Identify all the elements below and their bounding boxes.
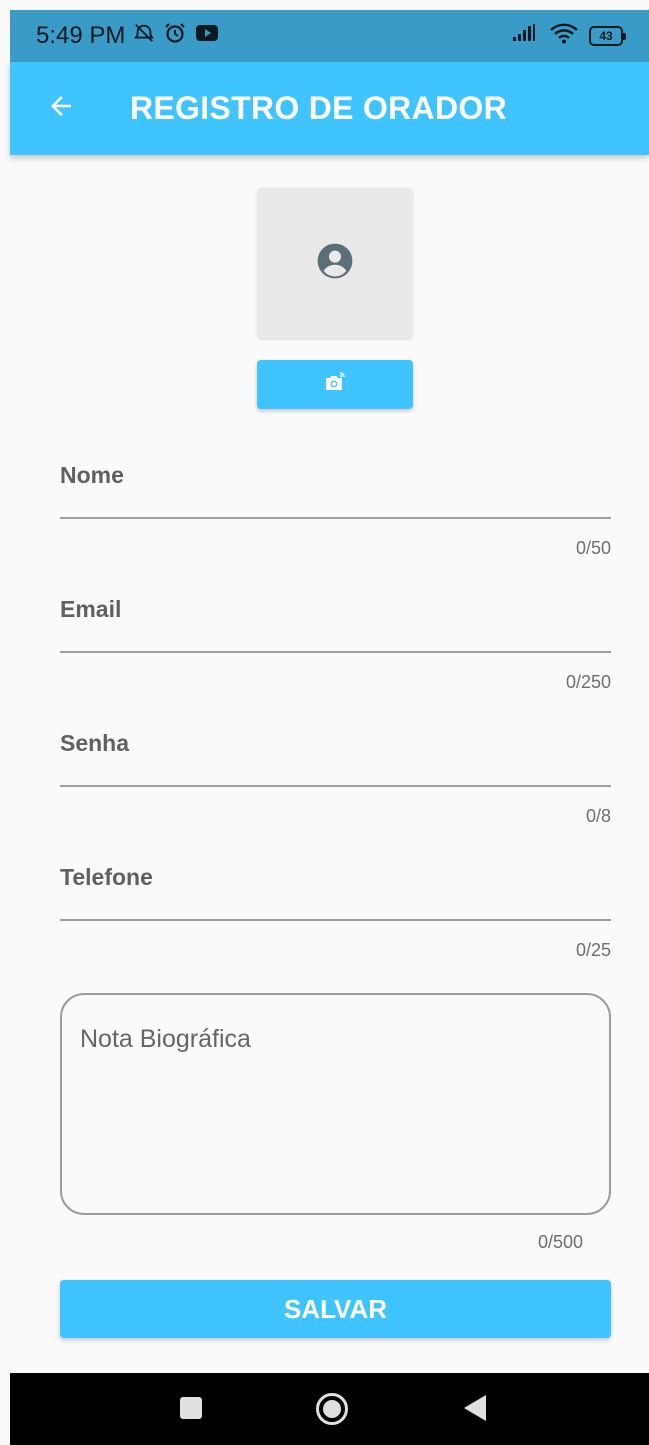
navigation-bar: [10, 1373, 649, 1445]
bio-counter: 0/500: [538, 1232, 584, 1252]
app-bar: REGISTRO DE ORADOR: [10, 62, 649, 155]
status-time: 5:49 PM: [36, 22, 126, 49]
battery-level: 43: [599, 29, 613, 43]
status-bar: 5:49 PM 43: [10, 10, 649, 62]
signal-icon: [511, 22, 539, 50]
password-label: Senha: [60, 730, 130, 756]
battery-icon: 43: [589, 26, 626, 46]
home-button[interactable]: [315, 1392, 349, 1431]
recents-button[interactable]: [178, 1395, 204, 1426]
password-field[interactable]: Senha 0/8: [60, 730, 611, 830]
phone-label: Telefone: [60, 864, 153, 890]
email-counter: 0/250: [565, 672, 611, 692]
phone-field[interactable]: Telefone 0/25: [60, 864, 611, 964]
name-input[interactable]: [60, 462, 611, 519]
app-screen: 5:49 PM 43 REGISTRO DE ORADOR Nome 0/50 …: [0, 0, 649, 1445]
email-label: Email: [60, 596, 122, 622]
arrow-back-icon: [46, 91, 76, 126]
email-input[interactable]: [60, 596, 611, 653]
bio-placeholder: Nota Biográfica: [80, 1025, 251, 1053]
back-icon: [462, 1393, 488, 1428]
password-counter: 0/8: [585, 806, 611, 826]
camera-icon: [323, 370, 347, 399]
alarm-icon: [163, 21, 187, 52]
status-left: 5:49 PM: [36, 21, 219, 52]
page-title: REGISTRO DE ORADOR: [130, 90, 507, 126]
save-button[interactable]: SALVAR: [60, 1280, 611, 1338]
name-counter: 0/50: [575, 538, 611, 558]
wifi-icon: [549, 22, 579, 51]
avatar: [258, 188, 412, 338]
nav-back-button[interactable]: [462, 1393, 488, 1428]
recents-icon: [178, 1395, 204, 1426]
status-right: 43: [511, 22, 626, 51]
phone-counter: 0/25: [575, 940, 611, 960]
take-photo-button[interactable]: [257, 360, 413, 409]
bio-textarea[interactable]: Nota Biográfica: [60, 993, 611, 1215]
name-label: Nome: [60, 462, 124, 488]
alarm-off-icon: [133, 22, 155, 51]
name-field[interactable]: Nome 0/50: [60, 462, 611, 562]
email-field[interactable]: Email 0/250: [60, 596, 611, 696]
youtube-icon: [195, 22, 219, 50]
home-icon: [315, 1392, 349, 1431]
account-circle-icon: [316, 242, 354, 285]
back-button[interactable]: [38, 86, 84, 132]
password-input[interactable]: [60, 730, 611, 787]
